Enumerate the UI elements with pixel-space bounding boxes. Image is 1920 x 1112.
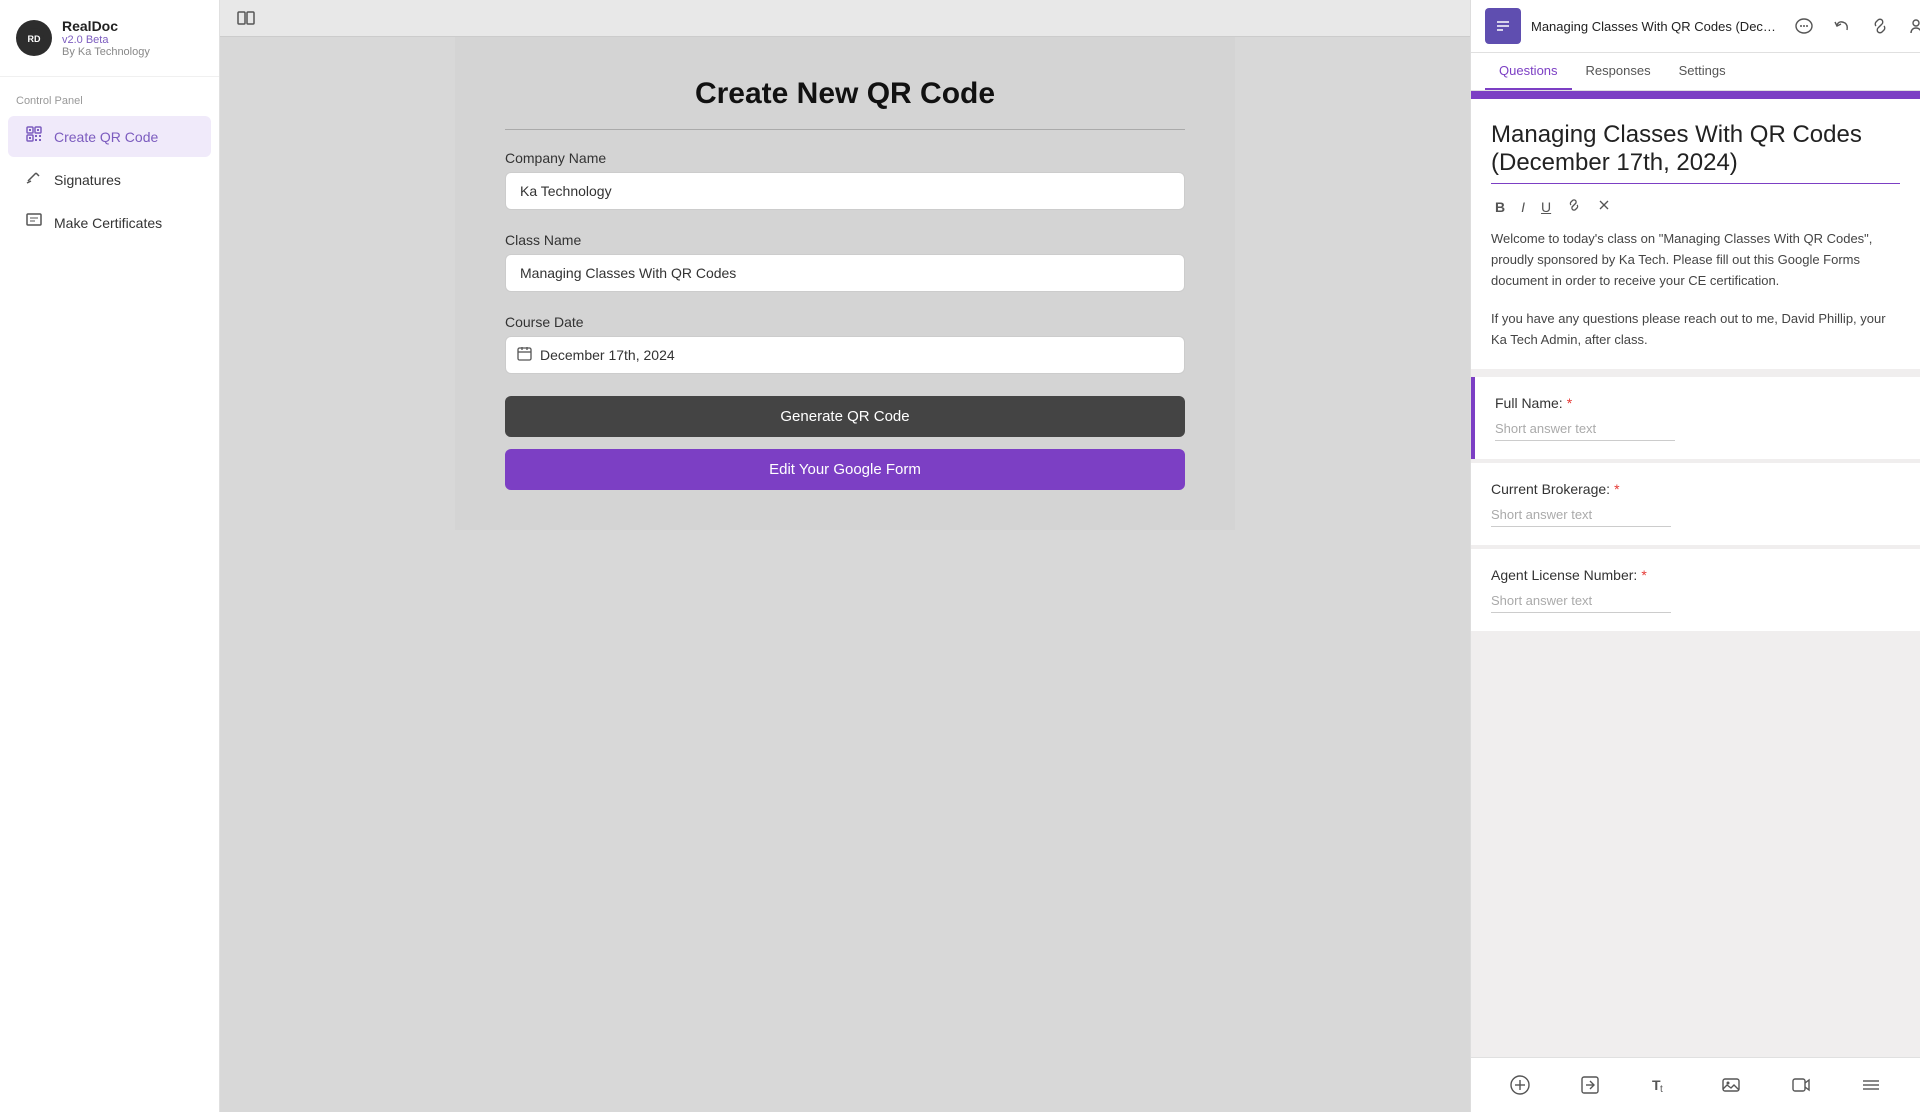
svg-text:t: t [1660,1084,1663,1095]
link-button[interactable] [1865,11,1895,41]
import-questions-button[interactable] [1573,1068,1607,1102]
tab-settings[interactable]: Settings [1665,53,1740,90]
gform-description-p2: If you have any questions please reach o… [1491,309,1900,351]
gform-header-left: Managing Classes With QR Codes (December… [1485,8,1781,44]
gform-bottom-toolbar: T t [1471,1057,1920,1112]
date-input-wrapper [505,336,1185,374]
brokerage-answer-hint: Short answer text [1491,507,1671,527]
undo-button[interactable] [1827,11,1857,41]
full-name-answer-hint: Short answer text [1495,421,1675,441]
clear-format-button[interactable] [1593,196,1615,217]
underline-button[interactable]: U [1537,197,1555,217]
app-version: v2.0 Beta [62,34,150,46]
gform-doc-title: Managing Classes With QR Codes (December… [1531,19,1781,34]
panel-toggle-button[interactable] [236,8,256,28]
tab-responses[interactable]: Responses [1572,53,1665,90]
sidebar-item-create-qr-code[interactable]: Create QR Code [8,116,211,157]
company-name-label: Company Name [505,150,1185,166]
logo-icon: RD [16,20,52,56]
required-marker-1: * [1614,481,1619,497]
gform-text-toolbar: B I U [1491,196,1900,217]
comment-button[interactable] [1789,11,1819,41]
gform-body: Managing Classes With QR Codes (December… [1471,91,1920,1057]
italic-button[interactable]: I [1517,197,1529,217]
question-full-name[interactable]: Full Name:* Short answer text [1471,377,1920,459]
question-current-brokerage[interactable]: Current Brokerage:* Short answer text [1471,463,1920,545]
question-agent-license[interactable]: Agent License Number:* Short answer text [1471,549,1920,631]
company-name-input[interactable] [505,172,1185,210]
class-name-input[interactable] [505,254,1185,292]
right-panel: Managing Classes With QR Codes (December… [1470,0,1920,1112]
course-date-label: Course Date [505,314,1185,330]
course-date-group: Course Date [505,314,1185,374]
class-name-group: Class Name [505,232,1185,292]
add-collaborator-button[interactable] [1903,11,1920,41]
svg-text:RD: RD [28,34,41,44]
gform-description-p1: Welcome to today's class on "Managing Cl… [1491,229,1900,291]
required-marker-0: * [1567,395,1572,411]
company-name-group: Company Name [505,150,1185,210]
panel-toolbar [220,0,1470,37]
license-answer-hint: Short answer text [1491,593,1671,613]
qr-code-icon [24,126,44,147]
sidebar-item-label-signatures: Signatures [54,172,121,188]
add-image-button[interactable] [1714,1068,1748,1102]
app-name: RealDoc [62,18,150,34]
certificates-icon [24,212,44,233]
main-area: Create New QR Code Company Name Class Na… [220,0,1920,1112]
sidebar-item-signatures[interactable]: Signatures [8,159,211,200]
add-video-button[interactable] [1784,1068,1818,1102]
logo-text: RealDoc v2.0 Beta By Ka Technology [62,18,150,58]
course-date-input[interactable] [505,336,1185,374]
generate-qr-button[interactable]: Generate QR Code [505,396,1185,437]
gform-title-card: Managing Classes With QR Codes (December… [1471,91,1920,369]
gform-form-title: Managing Classes With QR Codes (December… [1491,121,1900,184]
add-title-button[interactable]: T t [1643,1068,1677,1102]
sidebar: RD RealDoc v2.0 Beta By Ka Technology Co… [0,0,220,1112]
bold-button[interactable]: B [1491,197,1509,217]
form-title: Create New QR Code [505,77,1185,130]
gform-header-actions: ⋮ A [1789,11,1920,41]
sidebar-section-label: Control Panel [0,77,219,115]
gform-tabs: Questions Responses Settings [1471,53,1920,91]
class-name-label: Class Name [505,232,1185,248]
link-text-button[interactable] [1563,196,1585,217]
gform-doc-icon [1485,8,1521,44]
sidebar-item-make-certificates[interactable]: Make Certificates [8,202,211,243]
calendar-icon [517,346,532,365]
sidebar-item-label-certificates: Make Certificates [54,215,162,231]
qr-form-card: Create New QR Code Company Name Class Na… [455,37,1235,530]
question-brokerage-label: Current Brokerage:* [1491,481,1900,497]
gform-header: Managing Classes With QR Codes (December… [1471,0,1920,53]
left-panel: Create New QR Code Company Name Class Na… [220,0,1470,1112]
sidebar-item-label-create-qr: Create QR Code [54,129,158,145]
add-question-button[interactable] [1503,1068,1537,1102]
app-logo: RD RealDoc v2.0 Beta By Ka Technology [0,0,219,77]
required-marker-2: * [1641,567,1646,583]
tab-questions[interactable]: Questions [1485,53,1572,90]
app-by: By Ka Technology [62,46,150,58]
edit-google-form-button[interactable]: Edit Your Google Form [505,449,1185,490]
question-license-label: Agent License Number:* [1491,567,1900,583]
question-full-name-label: Full Name:* [1495,395,1900,411]
signatures-icon [24,169,44,190]
add-section-button[interactable] [1854,1068,1888,1102]
